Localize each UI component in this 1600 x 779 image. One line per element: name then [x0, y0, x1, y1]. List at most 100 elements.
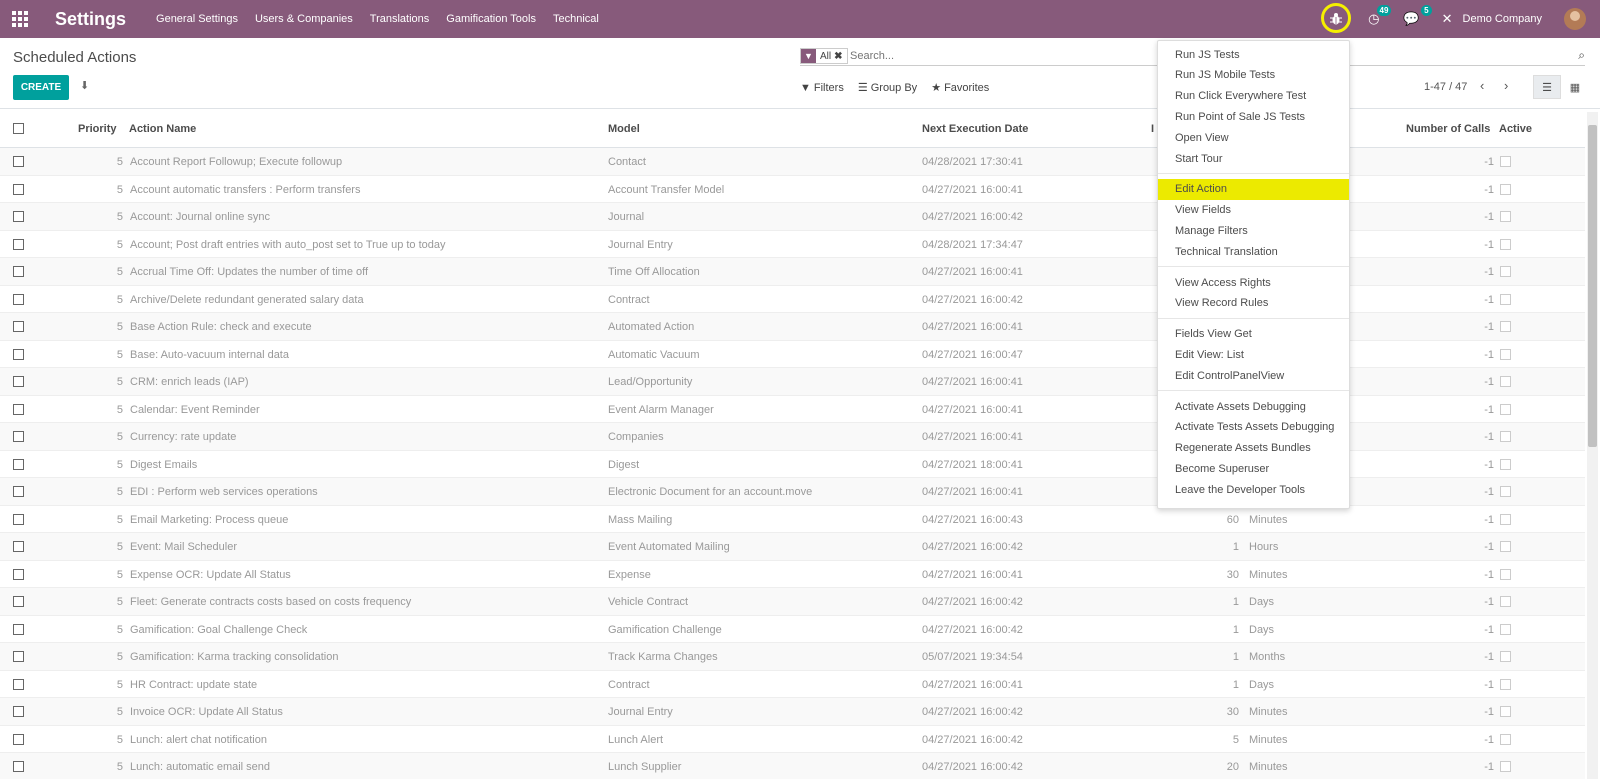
table-row[interactable]: 5 Fleet: Generate contracts costs based o… [0, 588, 1585, 616]
download-icon[interactable]: ⬇ [80, 79, 89, 92]
create-button[interactable]: CREATE [13, 75, 69, 100]
active-checkbox[interactable] [1500, 238, 1511, 250]
active-checkbox[interactable] [1500, 431, 1511, 442]
row-checkbox[interactable] [13, 183, 24, 195]
debug-menu-item-run-js-mobile-tests[interactable]: Run JS Mobile Tests [1158, 65, 1349, 86]
row-checkbox[interactable] [13, 266, 24, 277]
user-avatar[interactable] [1564, 8, 1586, 30]
row-checkbox[interactable] [13, 376, 24, 387]
favorites-toggle[interactable]: ★ Favorites [931, 81, 989, 95]
header-action-name[interactable]: Action Name [129, 123, 196, 135]
table-row[interactable]: 5 Email Marketing: Process queue Mass Mail… [0, 506, 1585, 533]
debug-menu-item-edit-action[interactable]: Edit Action [1158, 178, 1349, 200]
active-checkbox[interactable] [1500, 211, 1511, 222]
table-row[interactable]: 5 Gamification: Goal Challenge Check Gamif… [0, 616, 1585, 643]
table-row[interactable]: 5 Expense OCR: Update All Status Expense 04… [0, 561, 1585, 588]
debug-menu-item-run-js-tests[interactable]: Run JS Tests [1158, 44, 1349, 65]
scrollbar-thumb[interactable] [1588, 125, 1597, 447]
company-switcher[interactable]: Demo Company [1463, 13, 1542, 25]
debug-menu-item-view-fields[interactable]: View Fields [1158, 200, 1349, 221]
row-checkbox[interactable] [13, 431, 24, 442]
activity-menu[interactable]: ◷ 49 [1368, 5, 1392, 27]
table-row[interactable]: 5 Lunch: automatic email send Lunch Suppli… [0, 753, 1585, 779]
row-checkbox[interactable] [13, 486, 24, 497]
table-row[interactable]: 5 Gamification: Karma tracking consolidat… [0, 643, 1585, 671]
row-checkbox[interactable] [13, 651, 24, 662]
row-checkbox[interactable] [13, 458, 24, 470]
active-checkbox[interactable] [1500, 513, 1511, 525]
search-input[interactable] [850, 50, 1150, 62]
active-checkbox[interactable] [1500, 376, 1511, 387]
select-all-checkbox[interactable] [13, 123, 24, 134]
row-checkbox[interactable] [13, 761, 24, 772]
menu-technical[interactable]: Technical [553, 13, 599, 25]
debug-menu-item-leave-the-developer-tools[interactable]: Leave the Developer Tools [1158, 479, 1349, 500]
row-checkbox[interactable] [13, 211, 24, 222]
active-checkbox[interactable] [1500, 623, 1511, 635]
debug-menu-item-activate-tests-assets-debugging[interactable]: Activate Tests Assets Debugging [1158, 417, 1349, 438]
debug-menu-item-manage-filters[interactable]: Manage Filters [1158, 220, 1349, 241]
row-checkbox[interactable] [13, 678, 24, 690]
row-checkbox[interactable] [13, 733, 24, 745]
active-checkbox[interactable] [1500, 541, 1511, 552]
debug-menu-item-run-click-everywhere-test[interactable]: Run Click Everywhere Test [1158, 86, 1349, 107]
group-by-toggle[interactable]: ☰ Group By [858, 81, 917, 95]
debug-menu-item-activate-assets-debugging[interactable]: Activate Assets Debugging [1158, 396, 1349, 417]
debug-menu-item-edit-view-list[interactable]: Edit View: List [1158, 344, 1349, 365]
messaging-menu[interactable]: 💬 5 [1403, 5, 1432, 27]
row-checkbox[interactable] [13, 321, 24, 332]
active-checkbox[interactable] [1500, 183, 1511, 195]
active-checkbox[interactable] [1500, 486, 1511, 497]
pager-value[interactable]: 1-47 / 47 [1424, 81, 1467, 93]
active-checkbox[interactable] [1500, 348, 1511, 360]
row-checkbox[interactable] [13, 348, 24, 360]
active-checkbox[interactable] [1500, 596, 1511, 607]
menu-general-settings[interactable]: General Settings [156, 13, 238, 25]
row-checkbox[interactable] [13, 156, 24, 167]
search-icon[interactable]: ⌕ [1578, 48, 1585, 63]
table-row[interactable]: 5 HR Contract: update state Contract 04/27/… [0, 671, 1585, 698]
row-checkbox[interactable] [13, 238, 24, 250]
debug-menu-item-regenerate-assets-bundles[interactable]: Regenerate Assets Bundles [1158, 438, 1349, 459]
row-checkbox[interactable] [13, 403, 24, 415]
facet-remove-icon[interactable]: ✖ [834, 51, 842, 62]
debug-menu-item-run-point-of-sale-js-tests[interactable]: Run Point of Sale JS Tests [1158, 106, 1349, 127]
row-checkbox[interactable] [13, 293, 24, 305]
debug-menu-item-edit-controlpanelview[interactable]: Edit ControlPanelView [1158, 365, 1349, 386]
menu-gamification-tools[interactable]: Gamification Tools [446, 13, 536, 25]
apps-menu-icon[interactable] [0, 0, 40, 38]
row-checkbox[interactable] [13, 513, 24, 525]
list-view-button[interactable]: ☰ [1533, 75, 1561, 99]
menu-translations[interactable]: Translations [370, 13, 430, 25]
active-checkbox[interactable] [1500, 321, 1511, 332]
active-checkbox[interactable] [1500, 678, 1511, 690]
debug-button[interactable] [1318, 0, 1354, 38]
active-checkbox[interactable] [1500, 156, 1511, 167]
row-checkbox[interactable] [13, 596, 24, 607]
row-checkbox[interactable] [13, 568, 24, 580]
debug-menu-item-become-superuser[interactable]: Become Superuser [1158, 458, 1349, 479]
header-active[interactable]: Active [1499, 123, 1532, 135]
header-next-execution[interactable]: Next Execution Date [922, 123, 1028, 135]
pager-previous-icon[interactable]: ‹ [1480, 78, 1484, 93]
active-checkbox[interactable] [1500, 266, 1511, 277]
active-checkbox[interactable] [1500, 733, 1511, 745]
pager-next-icon[interactable]: › [1504, 78, 1508, 93]
active-checkbox[interactable] [1500, 706, 1511, 717]
header-interval[interactable]: I [1151, 123, 1154, 135]
debug-menu-item-technical-translation[interactable]: Technical Translation [1158, 241, 1349, 262]
active-checkbox[interactable] [1500, 458, 1511, 470]
table-row[interactable]: 5 Invoice OCR: Update All Status Journal E… [0, 698, 1585, 726]
tools-menu[interactable]: ✕ [1442, 11, 1453, 27]
debug-menu-item-view-record-rules[interactable]: View Record Rules [1158, 293, 1349, 314]
filters-toggle[interactable]: ▼ Filters [800, 81, 844, 94]
debug-menu-item-start-tour[interactable]: Start Tour [1158, 148, 1349, 169]
row-checkbox[interactable] [13, 623, 24, 635]
header-priority[interactable]: Priority [78, 123, 117, 135]
calendar-view-button[interactable]: ▦ [1561, 75, 1589, 99]
active-checkbox[interactable] [1500, 568, 1511, 580]
table-row[interactable]: 5 Lunch: alert chat notification Lunch Ale… [0, 726, 1585, 753]
active-checkbox[interactable] [1500, 403, 1511, 415]
header-model[interactable]: Model [608, 123, 640, 135]
menu-users-companies[interactable]: Users & Companies [255, 13, 353, 25]
